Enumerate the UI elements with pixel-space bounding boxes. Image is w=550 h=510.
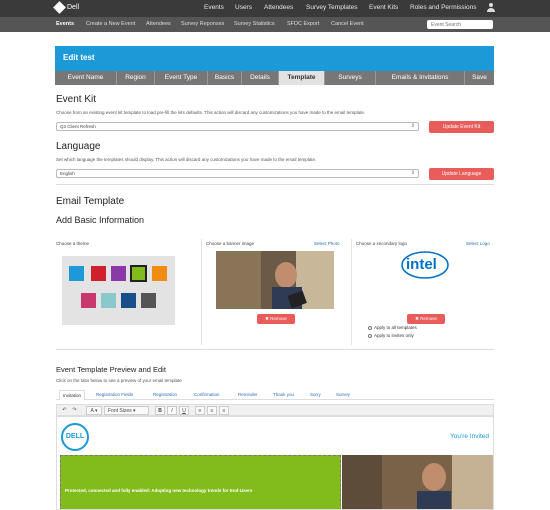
sub-navbar: Events Create a New Event Attendees Surv… bbox=[0, 17, 550, 32]
tab-details[interactable]: Details bbox=[241, 71, 278, 85]
radio-icon bbox=[368, 325, 372, 330]
select-photo-link[interactable]: Select Photo bbox=[314, 241, 340, 246]
theme-swatch[interactable] bbox=[121, 293, 136, 308]
nav-roles[interactable]: Roles and Permissions bbox=[410, 4, 476, 11]
intel-logo: intel bbox=[400, 250, 450, 280]
preview-heading: Event Template Preview and Edit bbox=[56, 365, 166, 374]
youre-invited-heading: You're Invited bbox=[450, 433, 489, 440]
undo-icon[interactable]: ↶ bbox=[60, 406, 69, 415]
nav-events[interactable]: Events bbox=[204, 4, 224, 11]
align-right-icon[interactable]: ≡ bbox=[219, 406, 229, 415]
page-title: Edit test bbox=[55, 46, 494, 71]
apply-all-radio[interactable]: Apply to all templates bbox=[368, 325, 417, 330]
banner-image bbox=[216, 251, 334, 309]
tab-template[interactable]: Template bbox=[278, 71, 324, 85]
subnav-events[interactable]: Events bbox=[56, 21, 74, 27]
update-language-button[interactable]: Update Language bbox=[429, 168, 494, 180]
ptab-registration-fields[interactable]: Registration Fields bbox=[96, 392, 133, 397]
theme-swatch[interactable] bbox=[101, 293, 116, 308]
email-preview: DELL You're Invited Protected, connected… bbox=[56, 416, 494, 510]
banner-text[interactable]: Protected, connected and fully enabled: … bbox=[65, 488, 335, 493]
nav-event-kits[interactable]: Event Kits bbox=[369, 4, 398, 11]
ptab-registration[interactable]: Registration bbox=[153, 392, 177, 397]
nav-survey-templates[interactable]: Survey Templates bbox=[306, 4, 358, 11]
theme-swatch[interactable] bbox=[141, 293, 156, 308]
column-divider bbox=[351, 239, 352, 345]
tab-basics[interactable]: Basics bbox=[207, 71, 241, 85]
ptab-invitation[interactable]: Invitation bbox=[59, 390, 86, 400]
event-kit-select[interactable]: Q3 Client Refresh bbox=[56, 122, 419, 131]
email-template-heading: Email Template bbox=[56, 196, 125, 207]
theme-swatch[interactable] bbox=[91, 266, 106, 281]
bold-icon[interactable]: B bbox=[155, 406, 165, 415]
subnav-attendees[interactable]: Attendees bbox=[146, 21, 171, 27]
subnav-sfdc-export[interactable]: SFDC Export bbox=[287, 21, 319, 27]
theme-swatch[interactable] bbox=[111, 266, 126, 281]
preview-tabs: Invitation Registration Fields Registrat… bbox=[56, 390, 494, 400]
remove-logo-button[interactable]: ✖ Remove bbox=[407, 314, 445, 324]
ptab-thank-you[interactable]: Thank you bbox=[273, 392, 294, 397]
user-icon[interactable] bbox=[487, 3, 495, 13]
radio-icon bbox=[368, 333, 372, 338]
divider bbox=[56, 184, 494, 185]
language-heading: Language bbox=[56, 141, 101, 152]
italic-icon[interactable]: I bbox=[167, 406, 177, 415]
ptab-reminder[interactable]: Reminder bbox=[238, 392, 258, 397]
theme-swatch[interactable] bbox=[130, 265, 147, 282]
update-event-kit-button[interactable]: Update Event Kit bbox=[429, 121, 494, 133]
logo-label: Choose a secondary logo bbox=[356, 241, 408, 246]
language-select[interactable]: English bbox=[56, 169, 419, 178]
language-help: Set which language the templates should … bbox=[56, 157, 317, 162]
preview-help: Click on the tabs below to see a preview… bbox=[56, 378, 182, 383]
divider bbox=[56, 349, 494, 350]
align-left-icon[interactable]: ≡ bbox=[195, 406, 205, 415]
tab-event-name[interactable]: Event Name bbox=[55, 71, 116, 85]
theme-swatch[interactable] bbox=[152, 266, 167, 281]
subnav-cancel-event[interactable]: Cancel Event bbox=[331, 21, 364, 27]
tab-region[interactable]: Region bbox=[116, 71, 154, 85]
theme-palette bbox=[62, 256, 175, 325]
ptab-survey[interactable]: Survey bbox=[336, 392, 350, 397]
theme-label: Choose a theme bbox=[56, 241, 90, 246]
column-divider bbox=[201, 239, 202, 345]
underline-icon[interactable]: U bbox=[179, 406, 189, 415]
font-color-icon[interactable]: A ▾ bbox=[86, 406, 102, 415]
preview-photo-icon bbox=[342, 455, 493, 509]
tab-save[interactable]: Save bbox=[464, 71, 494, 85]
theme-swatch[interactable] bbox=[69, 266, 84, 281]
ptab-sorry[interactable]: Sorry bbox=[310, 392, 321, 397]
top-navbar: Dell Events Users Attendees Survey Templ… bbox=[0, 0, 550, 17]
basic-info-heading: Add Basic Information bbox=[56, 215, 145, 225]
remove-banner-button[interactable]: ✖ Remove bbox=[257, 314, 295, 324]
event-search-input[interactable] bbox=[427, 20, 493, 29]
wizard-tabs: Event Name Region Event Type Basics Deta… bbox=[55, 71, 494, 85]
align-center-icon[interactable]: ≡ bbox=[207, 406, 217, 415]
banner-label: Choose a banner image bbox=[206, 241, 255, 246]
brand-logo[interactable]: Dell bbox=[53, 1, 80, 14]
theme-swatch[interactable] bbox=[81, 293, 96, 308]
tab-surveys[interactable]: Surveys bbox=[324, 71, 375, 85]
nav-attendees[interactable]: Attendees bbox=[264, 4, 293, 11]
tab-emails-invitations[interactable]: Emails & Invitations bbox=[375, 71, 464, 85]
tab-event-type[interactable]: Event Type bbox=[154, 71, 207, 85]
banner-text-block[interactable]: Protected, connected and fully enabled: … bbox=[60, 455, 341, 509]
redo-icon[interactable]: ↷ bbox=[70, 406, 79, 415]
ptab-confirmation[interactable]: Confirmation bbox=[194, 392, 220, 397]
banner-photo-icon bbox=[216, 251, 334, 309]
subnav-create-event[interactable]: Create a New Event bbox=[86, 21, 135, 27]
subnav-survey-statistics[interactable]: Survey Statistics bbox=[234, 21, 275, 27]
apply-invites-radio[interactable]: Apply to invites only bbox=[368, 333, 414, 338]
subnav-survey-responses[interactable]: Survey Reponses bbox=[181, 21, 224, 27]
editor-toolbar: ↶ ↷ A ▾ Font Sizes ▾ B I U ≡ ≡ ≡ bbox=[56, 404, 494, 416]
dell-logo: DELL bbox=[61, 423, 89, 451]
event-kit-help: Choose from an existing event kit templa… bbox=[56, 110, 366, 115]
dell-diamond-icon bbox=[53, 1, 66, 14]
select-logo-link[interactable]: Select Logo bbox=[466, 241, 490, 246]
event-kit-heading: Event Kit bbox=[56, 94, 97, 105]
nav-users[interactable]: Users bbox=[235, 4, 252, 11]
font-size-select[interactable]: Font Sizes ▾ bbox=[104, 406, 149, 415]
brand-name: Dell bbox=[67, 4, 80, 11]
